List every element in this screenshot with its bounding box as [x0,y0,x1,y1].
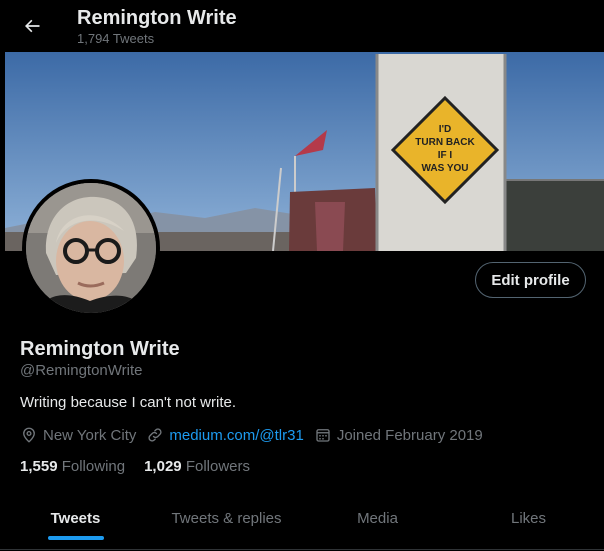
following-label: Following [61,457,126,475]
followers-link[interactable]: 1,029 Followers [144,458,250,475]
active-tab-indicator [47,536,104,540]
sign-line-4: WAS YOU [421,163,468,174]
tab-media[interactable]: Media [302,490,453,546]
link-icon [148,428,162,442]
followers-count: 1,029 [144,457,182,475]
location-item: New York City [20,426,136,444]
profile-name: Remington Write [20,338,180,360]
joined-item: Joined February 2019 [314,426,483,444]
calendar-icon [316,429,330,442]
joined-text: Joined February 2019 [336,426,483,444]
followers-label: Followers [185,457,250,475]
location-text: New York City [43,426,137,444]
back-button[interactable] [14,8,50,44]
website-item[interactable]: medium.com/@tlr31 [146,426,304,444]
tab-tweets[interactable]: Tweets [0,490,151,546]
profile-bio: Writing because I can't not write. [20,394,237,411]
header-tweet-count: 1,794 Tweets [77,31,155,46]
following-count: 1,559 [20,457,58,475]
profile-header: Remington Write 1,794 Tweets [0,0,604,52]
profile-meta: New York City medium.com/@tlr31 Joined F… [20,425,493,445]
tab-tweets-replies[interactable]: Tweets & replies [151,490,302,546]
profile-tabs: Tweets Tweets & replies Media Likes [0,490,604,546]
sign-line-1: I'D [439,124,451,135]
tab-label: Likes [510,509,547,527]
tabs-divider [0,549,604,550]
tab-label: Media [357,509,398,527]
arrow-left-icon [25,19,40,33]
profile-avatar[interactable] [22,179,160,317]
location-pin-icon [23,427,35,443]
tab-label: Tweets [50,509,101,527]
follow-stats: 1,559 Following 1,029 Followers [20,456,269,476]
website-link[interactable]: medium.com/@tlr31 [169,427,303,444]
sign-line-3: IF I [438,150,453,161]
profile-handle: @RemingtonWrite [20,362,143,379]
tab-label: Tweets & replies [171,509,282,527]
tab-likes[interactable]: Likes [453,490,604,546]
header-title: Remington Write [77,7,237,29]
sign-line-2: TURN BACK [415,137,475,148]
edit-profile-button[interactable]: Edit profile [475,262,586,298]
following-link[interactable]: 1,559 Following [20,458,125,475]
